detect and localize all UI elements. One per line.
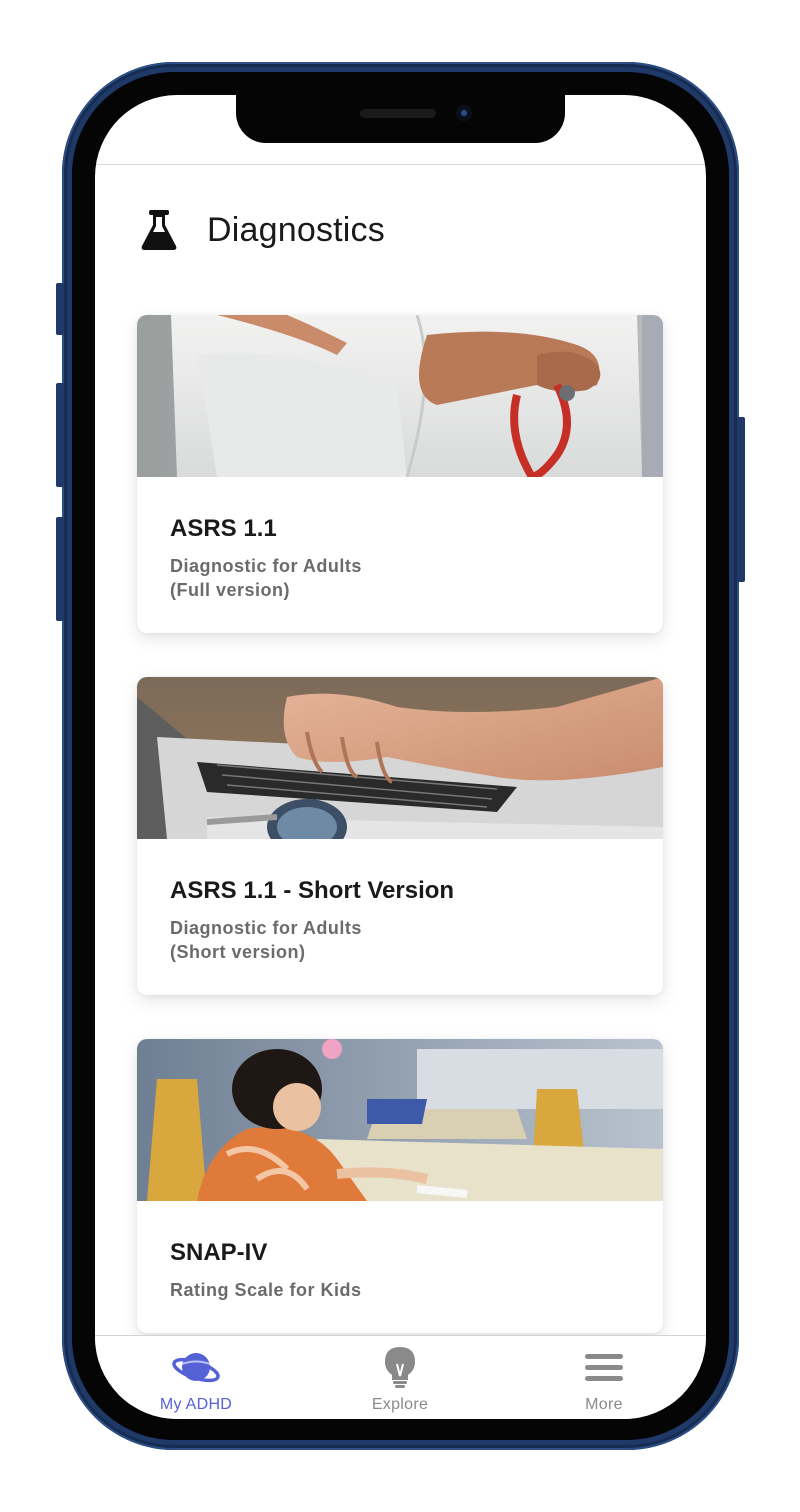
- speaker-grille: [360, 109, 436, 118]
- diagnostic-card-asrs-full[interactable]: ASRS 1.1 Diagnostic for Adults (Full ver…: [137, 315, 663, 633]
- card-title: ASRS 1.1: [170, 515, 277, 542]
- tab-label: More: [585, 1396, 623, 1413]
- tab-bar: My ADHD Explore More: [95, 1336, 706, 1419]
- page-header: Diagnostics: [139, 205, 385, 255]
- planet-icon: [172, 1353, 220, 1383]
- volume-down-button: [56, 517, 64, 621]
- card-subtitle-line2: (Full version): [170, 580, 291, 600]
- silent-switch: [56, 283, 64, 335]
- flask-icon: [141, 210, 177, 250]
- diagnostic-card-asrs-short[interactable]: ASRS 1.1 - Short Version Diagnostic for …: [137, 677, 663, 995]
- page-title: Diagnostics: [207, 210, 385, 249]
- card-title: ASRS 1.1 - Short Version: [170, 877, 455, 904]
- child-drawing-at-desk-image: [137, 1039, 663, 1201]
- tab-explore[interactable]: Explore: [320, 1336, 480, 1419]
- card-title: SNAP-IV: [170, 1239, 268, 1266]
- front-camera: [456, 105, 472, 121]
- card-subtitle-line1: Diagnostic for Adults: [170, 556, 362, 576]
- tab-label: My ADHD: [159, 1396, 233, 1413]
- card-subtitle-line1: Rating Scale for Kids: [170, 1280, 362, 1300]
- diagnostic-card-snap-iv[interactable]: SNAP-IV Rating Scale for Kids: [137, 1039, 663, 1333]
- app-screen: Diagnostics ASRS 1.1 Diagnostic for Adul…: [95, 95, 706, 1419]
- hands-typing-laptop-image: [137, 677, 663, 839]
- notch: [236, 95, 565, 143]
- power-button: [737, 417, 745, 582]
- tab-more[interactable]: More: [524, 1336, 684, 1419]
- tab-my-adhd[interactable]: My ADHD: [116, 1336, 276, 1419]
- lightbulb-icon: [385, 1347, 415, 1388]
- tab-label: Explore: [371, 1396, 429, 1413]
- card-subtitle-line2: (Short version): [170, 942, 306, 962]
- volume-up-button: [56, 383, 64, 487]
- doctor-with-stethoscope-image: [137, 315, 663, 477]
- menu-icon: [585, 1354, 623, 1381]
- card-subtitle-line1: Diagnostic for Adults: [170, 918, 362, 938]
- header-divider: [95, 164, 706, 165]
